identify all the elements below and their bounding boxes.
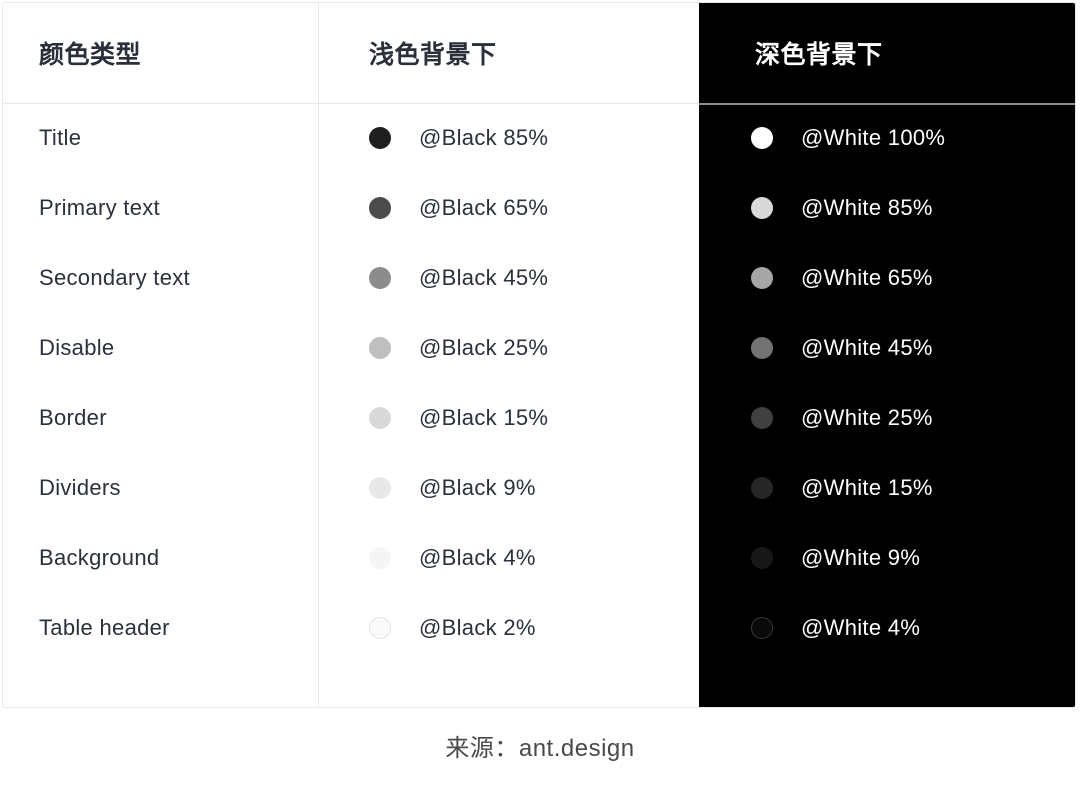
row-label-color-type: Dividers	[39, 475, 121, 500]
color-swatch-icon	[369, 197, 391, 219]
color-token-reference-page: 颜色类型 浅色背景下 深色背景下 Title @Black 85% @White 1…	[0, 0, 1080, 807]
color-swatch-icon	[751, 547, 773, 569]
color-token-label: @Black 25%	[419, 335, 549, 360]
light-background-cell: @Black 15%	[369, 383, 548, 453]
table-row: Secondary text @Black 45% @White 65%	[3, 243, 1075, 313]
color-token-label: @White 4%	[801, 615, 921, 640]
color-token-label: @White 65%	[801, 265, 933, 290]
color-swatch-icon	[751, 477, 773, 499]
color-token-label: @White 25%	[801, 405, 933, 430]
color-token-label: @White 100%	[801, 125, 946, 150]
dark-background-cell: @White 45%	[751, 313, 933, 383]
color-swatch-icon	[751, 127, 773, 149]
color-swatch-icon	[369, 477, 391, 499]
column-header-color-type: 颜色类型	[39, 41, 142, 69]
color-token-label: @White 85%	[801, 195, 933, 220]
color-token-label: @Black 65%	[419, 195, 549, 220]
row-label-color-type: Primary text	[39, 195, 160, 220]
dark-background-cell: @White 15%	[751, 453, 933, 523]
color-token-table: 颜色类型 浅色背景下 深色背景下 Title @Black 85% @White 1…	[2, 2, 1076, 708]
color-swatch-icon	[369, 617, 391, 639]
dark-background-cell: @White 65%	[751, 243, 933, 313]
row-label-color-type: Disable	[39, 335, 115, 360]
dark-background-cell: @White 25%	[751, 383, 933, 453]
dark-background-cell: @White 85%	[751, 173, 933, 243]
table-row: Border @Black 15% @White 25%	[3, 383, 1075, 453]
color-swatch-icon	[751, 337, 773, 359]
color-swatch-icon	[751, 407, 773, 429]
color-swatch-icon	[369, 127, 391, 149]
color-token-label: @White 9%	[801, 545, 921, 570]
row-label-color-type: Secondary text	[39, 265, 190, 290]
table-row: Disable @Black 25% @White 45%	[3, 313, 1075, 383]
table-row: Primary text @Black 65% @White 85%	[3, 173, 1075, 243]
source-caption: 来源：ant.design	[445, 735, 635, 762]
light-background-cell: @Black 9%	[369, 453, 536, 523]
light-background-cell: @Black 45%	[369, 243, 548, 313]
dark-background-cell: @White 9%	[751, 523, 920, 593]
color-token-label: @Black 15%	[419, 405, 549, 430]
table-row: Title @Black 85% @White 100%	[3, 103, 1075, 173]
dark-background-cell: @White 100%	[751, 103, 945, 173]
row-label-color-type: Background	[39, 545, 160, 570]
color-token-label: @Black 9%	[419, 475, 536, 500]
color-swatch-icon	[369, 337, 391, 359]
row-label-color-type: Border	[39, 405, 107, 430]
color-token-label: @Black 4%	[419, 545, 536, 570]
table-row: Table header @Black 2% @White 4%	[3, 593, 1075, 663]
row-label-color-type: Table header	[39, 615, 170, 640]
table-header-row: 颜色类型 浅色背景下 深色背景下	[3, 3, 1075, 103]
color-token-label: @Black 2%	[419, 615, 536, 640]
light-background-cell: @Black 2%	[369, 593, 536, 663]
light-background-cell: @Black 85%	[369, 103, 548, 173]
table-row: Background @Black 4% @White 9%	[3, 523, 1075, 593]
table-row: Dividers @Black 9% @White 15%	[3, 453, 1075, 523]
column-header-dark-background: 深色背景下	[755, 41, 883, 69]
light-background-cell: @Black 65%	[369, 173, 548, 243]
table-body: Title @Black 85% @White 100% Primary text @B…	[3, 103, 1075, 707]
color-swatch-icon	[369, 407, 391, 429]
color-token-label: @Black 85%	[419, 125, 549, 150]
color-swatch-icon	[369, 267, 391, 289]
column-header-light-background: 浅色背景下	[369, 41, 497, 69]
light-background-cell: @Black 25%	[369, 313, 548, 383]
dark-background-cell: @White 4%	[751, 593, 920, 663]
color-token-label: @Black 45%	[419, 265, 549, 290]
color-token-label: @White 15%	[801, 475, 933, 500]
color-swatch-icon	[369, 547, 391, 569]
color-swatch-icon	[751, 197, 773, 219]
color-swatch-icon	[751, 267, 773, 289]
light-background-cell: @Black 4%	[369, 523, 536, 593]
color-swatch-icon	[751, 617, 773, 639]
color-token-label: @White 45%	[801, 335, 933, 360]
row-label-color-type: Title	[39, 125, 82, 150]
